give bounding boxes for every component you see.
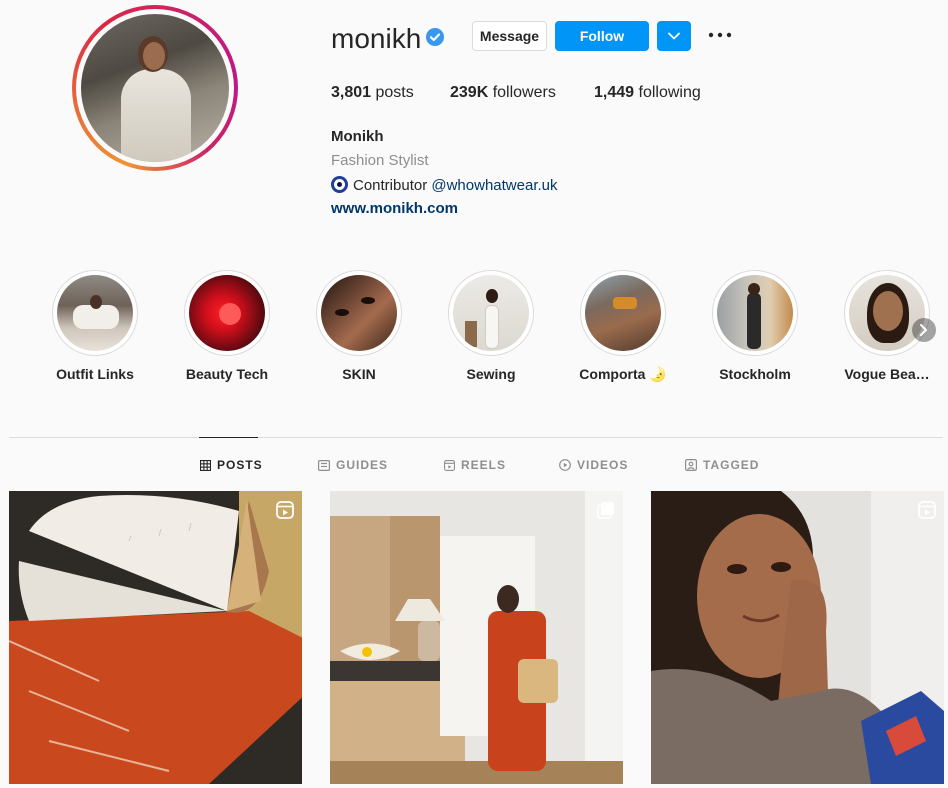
tab-label: GUIDES: [336, 458, 389, 472]
tab-reels[interactable]: REELS: [444, 458, 506, 472]
highlight-ring: [184, 270, 270, 356]
tagged-icon: [685, 459, 698, 472]
followers-label: followers: [492, 84, 556, 101]
tab-label: REELS: [461, 458, 507, 472]
highlight-comporta[interactable]: Comporta 🌛: [578, 270, 668, 383]
highlight-ring: [52, 270, 138, 356]
highlight-label: SKIN: [342, 366, 376, 382]
followers-count: 239K: [450, 84, 489, 101]
post-thumbnail[interactable]: [330, 491, 623, 784]
highlight-cover: [189, 275, 265, 351]
bio-text: Contributor: [353, 177, 428, 194]
posts-label: posts: [375, 84, 414, 101]
videos-icon: [559, 459, 571, 471]
profile-bio: Contributor @whowhatwear.uk: [331, 176, 558, 194]
highlight-label: Vogue Bea…: [844, 366, 930, 382]
follow-button[interactable]: Follow: [555, 21, 649, 51]
post-image: [651, 491, 944, 784]
guides-icon: [318, 460, 331, 472]
tab-posts[interactable]: POSTS: [200, 458, 263, 472]
tab-guides[interactable]: GUIDES: [318, 458, 388, 472]
highlight-cover: [453, 275, 529, 351]
chevron-down-icon: [668, 32, 680, 40]
post-image: [9, 491, 302, 784]
highlight-label: Stockholm: [719, 366, 791, 382]
highlight-cover: [717, 275, 793, 351]
posts-count: 3,801: [331, 84, 372, 101]
message-button[interactable]: Message: [472, 21, 547, 51]
highlight-ring: [844, 270, 930, 356]
profile-category: Fashion Stylist: [331, 152, 429, 169]
highlight-stockholm[interactable]: Stockholm: [710, 270, 800, 382]
following-stat[interactable]: 1,449 following: [594, 83, 701, 103]
highlight-cover: [849, 275, 925, 351]
post-thumbnail[interactable]: [9, 491, 302, 784]
tab-label: POSTS: [217, 458, 263, 472]
avatar-figure-face: [143, 42, 165, 70]
reels-icon: [444, 460, 456, 472]
profile-username: monikh: [331, 23, 422, 54]
highlight-beauty-tech[interactable]: Beauty Tech: [182, 270, 272, 382]
tab-videos[interactable]: VIDEOS: [559, 458, 628, 472]
reels-badge-icon: [276, 501, 294, 519]
tabs-divider: [9, 437, 943, 438]
followers-stat[interactable]: 239K followers: [450, 83, 556, 103]
profile-avatar[interactable]: [81, 14, 229, 162]
post-image: [330, 491, 623, 784]
following-count: 1,449: [594, 84, 635, 101]
highlight-ring: [316, 270, 402, 356]
reels-badge-icon: [918, 501, 936, 519]
avatar-frame: [76, 9, 234, 167]
nazar-eye-icon: [331, 176, 348, 193]
carousel-badge-icon: [597, 502, 614, 519]
highlight-skin[interactable]: SKIN: [314, 270, 404, 382]
chevron-right-icon: [920, 324, 927, 336]
highlight-label: Beauty Tech: [185, 366, 269, 382]
highlight-outfit-links[interactable]: Outfit Links: [50, 270, 140, 382]
bio-mention-link[interactable]: @whowhatwear.uk: [431, 177, 557, 194]
tab-tagged[interactable]: TAGGED: [685, 458, 759, 472]
highlight-ring: [712, 270, 798, 356]
profile-full-name: Monikh: [331, 128, 384, 145]
highlights-next-button[interactable]: [912, 318, 936, 342]
grid-icon: [200, 460, 212, 472]
following-label: following: [638, 84, 701, 101]
highlight-label: Outfit Links: [56, 366, 134, 382]
highlight-ring: [580, 270, 666, 356]
highlight-label: Comporta 🌛: [579, 366, 667, 382]
highlight-ring: [448, 270, 534, 356]
posts-stat: 3,801 posts: [331, 83, 414, 103]
highlight-cover: [585, 275, 661, 351]
verified-badge-icon: [426, 28, 444, 46]
more-options-icon[interactable]: [708, 27, 732, 43]
tab-label: TAGGED: [703, 458, 760, 472]
avatar-figure-body: [121, 69, 191, 162]
active-tab-indicator: [199, 437, 258, 438]
profile-website-link[interactable]: www.monikh.com: [331, 200, 458, 217]
highlight-cover: [57, 275, 133, 351]
highlight-cover: [321, 275, 397, 351]
post-thumbnail[interactable]: [651, 491, 944, 784]
tab-label: VIDEOS: [577, 458, 629, 472]
suggested-accounts-button[interactable]: [657, 21, 691, 51]
highlight-label: Sewing: [466, 366, 516, 382]
highlight-sewing[interactable]: Sewing: [446, 270, 536, 382]
profile-avatar-ring[interactable]: [72, 5, 238, 171]
